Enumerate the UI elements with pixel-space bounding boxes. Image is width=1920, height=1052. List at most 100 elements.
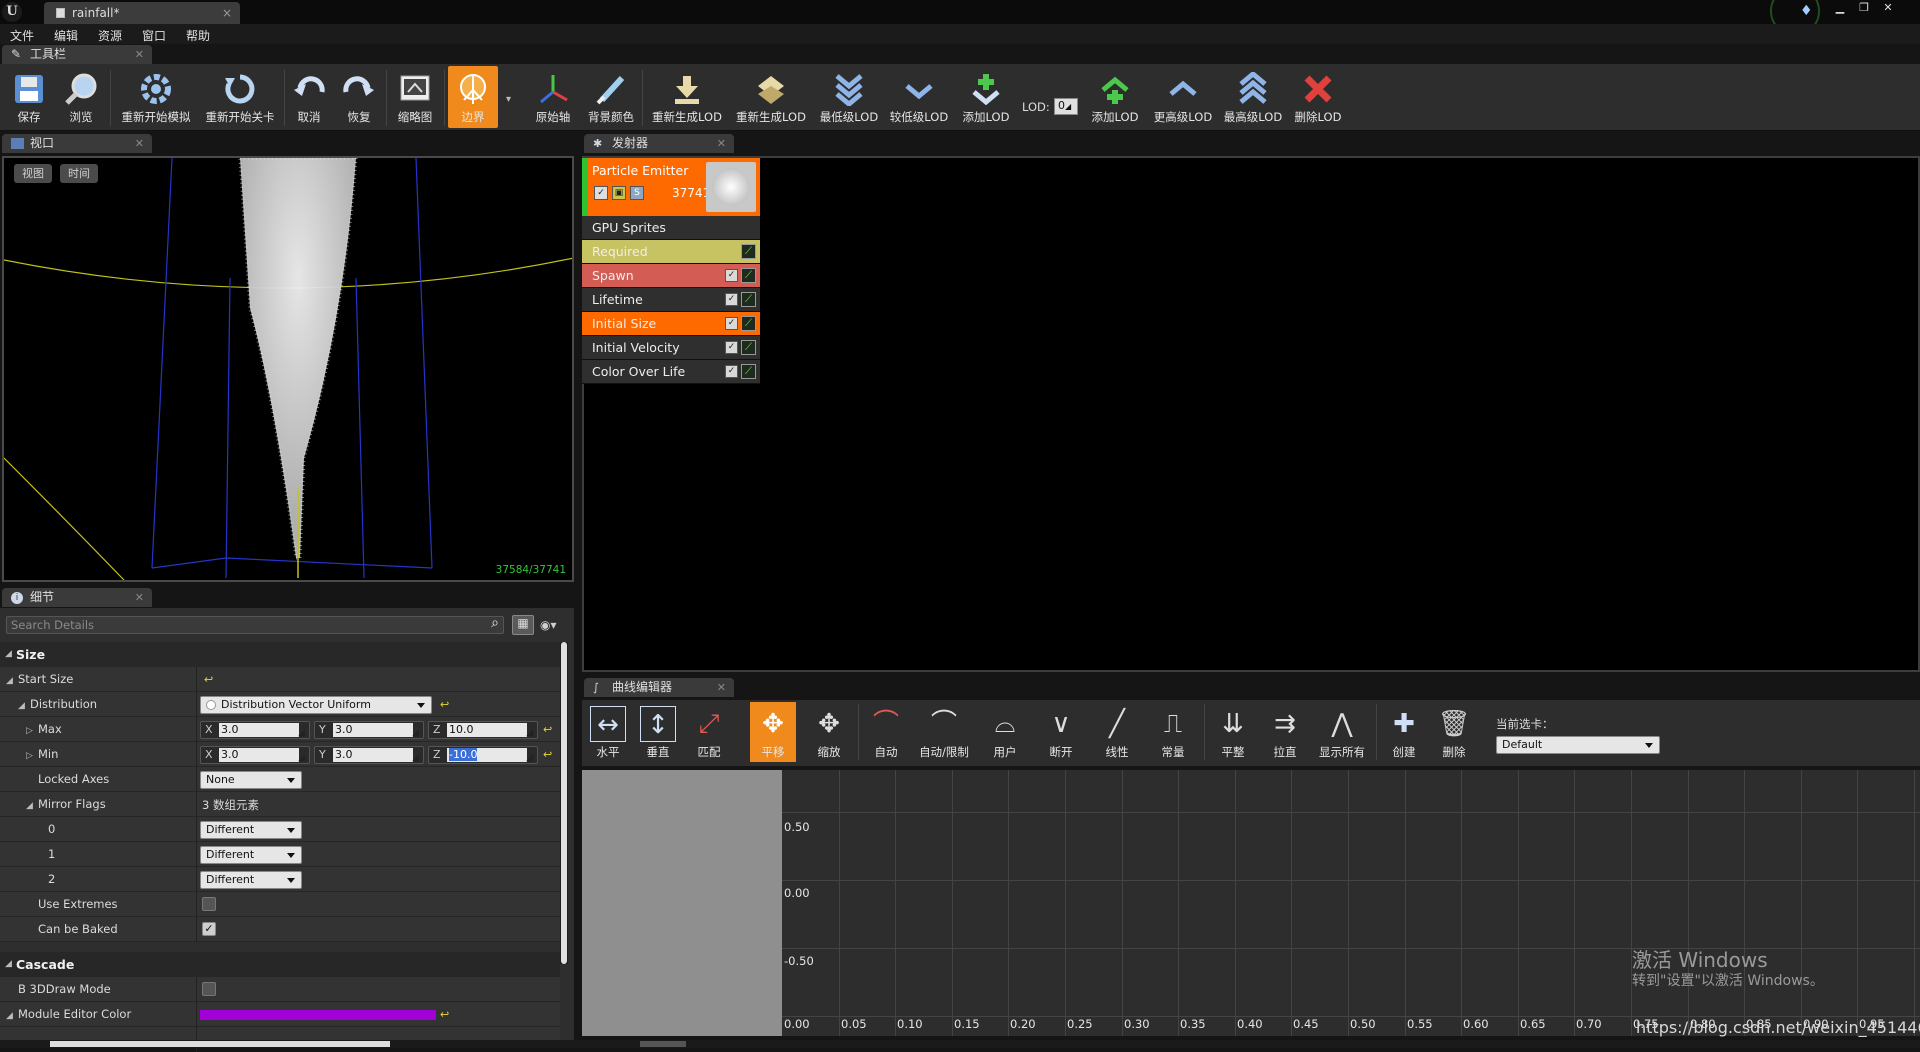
curve-toggle-icon[interactable]: ⟋ — [741, 292, 756, 307]
background-color-button[interactable]: 背景颜色 — [584, 66, 638, 128]
save-button[interactable]: 保存 — [4, 66, 54, 128]
module-lifetime[interactable]: Lifetime ✓ ⟋ — [582, 288, 760, 312]
use-extremes-checkbox[interactable] — [202, 897, 216, 911]
emitter-solo-icon[interactable]: S — [630, 186, 644, 200]
create-tab-button[interactable]: ✚ 创建 — [1382, 702, 1426, 762]
add-lod-button[interactable]: 添加LOD — [956, 66, 1016, 128]
tab-emitters[interactable]: ✱ 发射器 ✕ — [584, 134, 734, 153]
menu-help[interactable]: 帮助 — [186, 27, 210, 44]
3ddraw-mode-checkbox[interactable] — [202, 982, 216, 996]
min-z-field[interactable]: Z -10.0 ◢ — [428, 746, 538, 764]
flatten-button[interactable]: ⇊ 平整 — [1210, 702, 1256, 762]
distribution-dropdown[interactable]: Distribution Vector Uniform — [200, 696, 432, 714]
close-tab-icon[interactable]: × — [222, 2, 232, 24]
module-initial-size[interactable]: Initial Size ✓ ⟋ — [582, 312, 760, 336]
module-enable-checkbox[interactable]: ✓ — [725, 293, 738, 306]
lowest-lod-button[interactable]: 最低级LOD — [816, 66, 882, 128]
emitter-render-mode-icon[interactable]: ▣ — [612, 186, 626, 200]
close-icon[interactable]: ✕ — [717, 134, 726, 153]
mirror-2-dropdown[interactable]: Different — [200, 871, 302, 889]
menu-file[interactable]: 文件 — [10, 27, 34, 44]
module-color-swatch[interactable] — [200, 1010, 436, 1020]
user-tangent-button[interactable]: ⌓ 用户 — [980, 702, 1030, 762]
preview-viewport[interactable]: 视图 时间 37584/37741 — [2, 156, 574, 582]
curve-graph[interactable]: 0.50 0.00 -0.50 0.00 0.05 0.10 0.15 0.20 0.25… — [782, 770, 1920, 1036]
restart-simulation-button[interactable]: 重新开始模拟 — [114, 66, 198, 128]
emitter-header[interactable]: Particle Emitter ✓ ▣ S 37741 — [582, 158, 760, 216]
category-cascade[interactable]: ◢ Cascade — [0, 952, 560, 977]
menu-asset[interactable]: 资源 — [98, 27, 122, 44]
close-icon[interactable]: ✕ — [135, 588, 144, 607]
auto-clamped-button[interactable]: ⌒ 自动/限制 — [914, 702, 974, 762]
curve-toggle-icon[interactable]: ⟋ — [741, 244, 756, 259]
module-enable-checkbox[interactable]: ✓ — [725, 365, 738, 378]
close-icon[interactable]: ✕ — [135, 134, 144, 153]
module-enable-checkbox[interactable]: ✓ — [725, 269, 738, 282]
linear-button[interactable]: ╱ 线性 — [1092, 702, 1142, 762]
zoom-button[interactable]: ✥ 缩放 — [806, 702, 852, 762]
straighten-button[interactable]: ⇉ 拉直 — [1262, 702, 1308, 762]
break-tangent-button[interactable]: ∨ 断开 — [1036, 702, 1086, 762]
browse-button[interactable]: 浏览 — [56, 66, 106, 128]
document-tab[interactable]: rainfall* × — [44, 2, 240, 24]
tab-curve-editor[interactable]: ∫ 曲线编辑器 ✕ — [584, 678, 734, 697]
locked-axes-dropdown[interactable]: None — [200, 771, 302, 789]
emitter-canvas[interactable] — [582, 156, 1920, 672]
time-button[interactable]: 时间 — [60, 164, 98, 183]
lod-input[interactable]: 0◢ — [1054, 98, 1078, 115]
search-details-input[interactable]: Search Details ⌕ — [6, 615, 504, 634]
fit-horizontal-button[interactable]: ↔ 水平 — [588, 702, 628, 762]
restart-level-button[interactable]: 重新开始关卡 — [198, 66, 282, 128]
tab-toolbar[interactable]: ✎ 工具栏 ✕ — [2, 45, 152, 64]
higher-lod-button[interactable]: 更高级LOD — [1150, 66, 1216, 128]
curve-toggle-icon[interactable]: ⟋ — [741, 316, 756, 331]
thumbnail-button[interactable]: 缩略图 — [390, 66, 440, 128]
module-spawn[interactable]: Spawn ✓ ⟋ — [582, 264, 760, 288]
mirror-0-dropdown[interactable]: Different — [200, 821, 302, 839]
module-color-over-life[interactable]: Color Over Life ✓ ⟋ — [582, 360, 760, 384]
add-lod-2-button[interactable]: 添加LOD — [1084, 66, 1146, 128]
constant-button[interactable]: ⎍ 常量 — [1148, 702, 1198, 762]
category-size[interactable]: ◢ Size — [0, 642, 560, 667]
tab-details[interactable]: i 细节 ✕ — [2, 588, 152, 607]
regenerate-lod-button[interactable]: 重新生成LOD — [648, 66, 726, 128]
close-icon[interactable]: ✕ — [135, 45, 144, 64]
fit-button[interactable]: ⤢ 匹配 — [688, 702, 730, 762]
lower-lod-button[interactable]: 较低级LOD — [888, 66, 950, 128]
emitter-enable-checkbox[interactable]: ✓ — [594, 186, 608, 200]
menu-edit[interactable]: 编辑 — [54, 27, 78, 44]
mirror-1-dropdown[interactable]: Different — [200, 846, 302, 864]
curve-toggle-icon[interactable]: ⟋ — [741, 268, 756, 283]
feedback-icon[interactable]: ♦ — [1800, 3, 1813, 19]
view-options-icon[interactable]: ◉▾ — [540, 618, 557, 632]
search-icon[interactable]: ⌕ — [491, 615, 499, 631]
reset-icon[interactable]: ↩ — [440, 1008, 449, 1021]
module-required[interactable]: Required ⟋ — [582, 240, 760, 264]
details-scrollbar[interactable] — [560, 642, 568, 964]
tab-viewport[interactable]: 视口 ✕ — [2, 134, 152, 153]
can-be-baked-checkbox[interactable]: ✓ — [202, 922, 216, 936]
highest-lod-button[interactable]: 最高级LOD — [1220, 66, 1286, 128]
delete-lod-button[interactable]: 删除LOD — [1290, 66, 1346, 128]
show-all-button[interactable]: ⋀ 显示所有 — [1314, 702, 1370, 762]
regenerate-lod-2-button[interactable]: 重新生成LOD — [732, 66, 810, 128]
pan-button[interactable]: ✥ 平移 — [750, 702, 796, 762]
max-y-field[interactable]: Y 3.0 ◢ — [314, 721, 424, 739]
curve-toggle-icon[interactable]: ⟋ — [741, 340, 756, 355]
unreal-logo-icon[interactable]: U — [2, 2, 22, 22]
max-x-field[interactable]: X 3.0 ◢ — [200, 721, 310, 739]
redo-button[interactable]: 恢复 — [338, 66, 380, 128]
emitter-type[interactable]: GPU Sprites — [582, 216, 760, 240]
close-icon[interactable]: ✕ — [717, 678, 726, 697]
module-initial-velocity[interactable]: Initial Velocity ✓ ⟋ — [582, 336, 760, 360]
bounds-dropdown-icon[interactable]: ▾ — [506, 94, 511, 105]
auto-tangent-button[interactable]: ⌒ 自动 — [864, 702, 908, 762]
max-z-field[interactable]: Z 10.0 ◢ — [428, 721, 538, 739]
reset-icon[interactable]: ↩ — [440, 698, 449, 711]
module-enable-checkbox[interactable]: ✓ — [725, 317, 738, 330]
maximize-button[interactable]: ❐ — [1854, 1, 1874, 15]
fit-vertical-button[interactable]: ↕ 垂直 — [638, 702, 678, 762]
undo-button[interactable]: 取消 — [288, 66, 330, 128]
min-y-field[interactable]: Y 3.0 ◢ — [314, 746, 424, 764]
curve-list[interactable] — [582, 770, 782, 1036]
